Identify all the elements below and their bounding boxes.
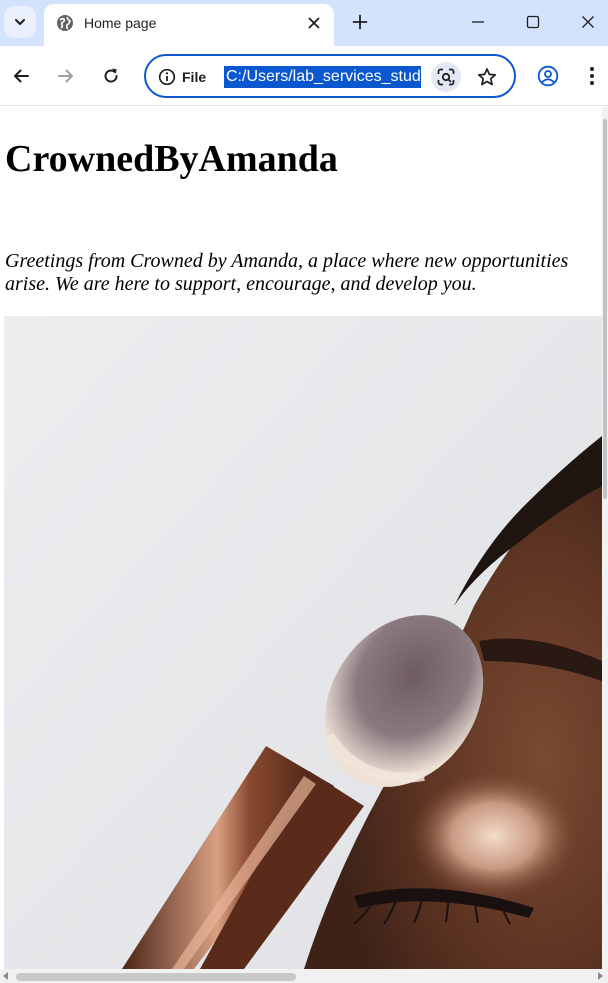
star-icon bbox=[477, 68, 497, 86]
profile-icon bbox=[537, 65, 559, 87]
back-button[interactable] bbox=[5, 60, 37, 92]
forward-arrow-icon bbox=[58, 69, 73, 83]
hero-image bbox=[4, 316, 602, 969]
url-field[interactable]: C:/Users/lab_services_student/Desktop/in… bbox=[224, 66, 421, 88]
address-bar[interactable]: File C:/Users/lab_services_student/Deskt… bbox=[144, 54, 516, 98]
scroll-right-arrow-icon[interactable] bbox=[598, 972, 603, 980]
plus-icon bbox=[352, 14, 368, 30]
maximize-button[interactable] bbox=[511, 4, 555, 40]
url-text: C:/Users/lab_services_student/Desktop/in… bbox=[224, 66, 421, 88]
intro-paragraph: Greetings from Crowned by Amanda, a plac… bbox=[5, 250, 569, 295]
minimize-button[interactable] bbox=[456, 4, 500, 40]
new-tab-button[interactable] bbox=[346, 8, 374, 36]
browser-menu-button[interactable] bbox=[578, 60, 606, 92]
maximize-icon bbox=[526, 15, 540, 29]
close-icon bbox=[308, 17, 320, 29]
tab-close-button[interactable] bbox=[302, 11, 326, 35]
vertical-scrollbar[interactable] bbox=[602, 107, 608, 969]
info-icon bbox=[158, 68, 176, 86]
minimize-icon bbox=[472, 21, 484, 23]
site-info-label: File bbox=[182, 69, 207, 85]
bookmark-button[interactable] bbox=[472, 62, 502, 92]
tab-search-button[interactable] bbox=[4, 6, 36, 38]
chevron-down-icon bbox=[15, 19, 25, 25]
active-tab[interactable]: Home page bbox=[44, 4, 334, 46]
back-arrow-icon bbox=[14, 69, 29, 83]
lens-icon bbox=[437, 68, 455, 86]
reload-button[interactable] bbox=[95, 60, 127, 92]
tab-strip: Home page bbox=[0, 0, 608, 46]
reload-icon bbox=[104, 68, 118, 83]
page-title: CrownedByAmanda bbox=[5, 138, 338, 180]
vertical-scrollbar-thumb[interactable] bbox=[603, 119, 607, 499]
tab-title: Home page bbox=[84, 15, 157, 31]
page-viewport: CrownedByAmanda Greetings from Crowned b… bbox=[0, 107, 608, 983]
globe-icon bbox=[57, 15, 73, 31]
hero-image-graphic bbox=[4, 316, 602, 969]
close-icon bbox=[582, 16, 594, 28]
profile-button[interactable] bbox=[532, 60, 564, 92]
site-info-button[interactable]: File bbox=[158, 66, 206, 88]
horizontal-scrollbar-thumb[interactable] bbox=[16, 973, 296, 981]
horizontal-scrollbar[interactable] bbox=[0, 969, 608, 983]
google-lens-button[interactable] bbox=[431, 62, 461, 92]
kebab-menu-icon bbox=[590, 67, 594, 85]
scroll-left-arrow-icon[interactable] bbox=[3, 972, 8, 980]
close-window-button[interactable] bbox=[566, 4, 608, 40]
browser-toolbar: File C:/Users/lab_services_student/Deskt… bbox=[0, 46, 608, 106]
forward-button[interactable] bbox=[50, 60, 82, 92]
